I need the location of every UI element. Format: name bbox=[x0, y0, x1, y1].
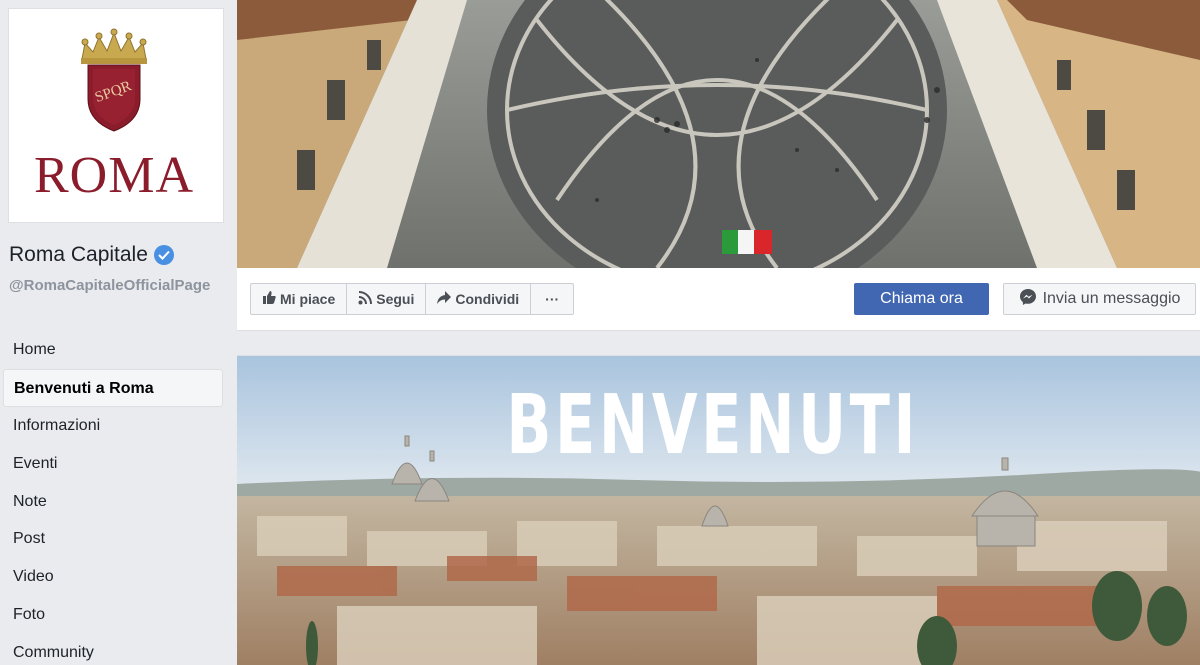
nav-item-note[interactable]: Note bbox=[3, 483, 223, 521]
nav-item-eventi[interactable]: Eventi bbox=[3, 445, 223, 483]
nav-item-informazioni[interactable]: Informazioni bbox=[3, 407, 223, 445]
logo-wordmark: ROMA bbox=[34, 147, 194, 204]
share-arrow-icon bbox=[437, 291, 452, 307]
verified-badge-icon bbox=[153, 245, 174, 265]
nav-item-video[interactable]: Video bbox=[3, 558, 223, 596]
cover-image-campidoglio bbox=[237, 0, 1200, 268]
action-button-group: Mi piace Segui Condividi ··· bbox=[250, 283, 575, 315]
call-now-button[interactable]: Chiama ora bbox=[854, 283, 989, 315]
send-message-button[interactable]: Invia un messaggio bbox=[1003, 283, 1196, 315]
welcome-title: BENVENUTI bbox=[506, 378, 920, 473]
more-options-button[interactable]: ··· bbox=[531, 284, 573, 314]
welcome-banner[interactable]: BENVENUTI bbox=[237, 355, 1200, 665]
follow-button[interactable]: Segui bbox=[347, 284, 427, 314]
like-button[interactable]: Mi piace bbox=[251, 284, 348, 314]
page-nav: Home Benvenuti a Roma Informazioni Event… bbox=[3, 331, 223, 665]
nav-item-home[interactable]: Home bbox=[3, 331, 223, 369]
rss-icon bbox=[358, 290, 373, 308]
page-name-row: Roma Capitale bbox=[9, 243, 174, 267]
page-name[interactable]: Roma Capitale bbox=[9, 243, 148, 267]
page-handle[interactable]: @RomaCapitaleOfficialPage bbox=[9, 276, 224, 295]
left-column: SPQR ROMA Roma Capitale @RomaCapitaleOff… bbox=[0, 0, 236, 665]
thumbs-up-icon bbox=[262, 291, 276, 307]
share-button[interactable]: Condividi bbox=[426, 284, 532, 314]
nav-item-post[interactable]: Post bbox=[3, 520, 223, 558]
nav-item-community[interactable]: Community bbox=[3, 634, 223, 665]
page-action-bar: Mi piace Segui Condividi ··· Chiama ora … bbox=[237, 268, 1200, 331]
cover-photo[interactable] bbox=[237, 0, 1200, 268]
nav-item-benvenuti[interactable]: Benvenuti a Roma bbox=[3, 368, 223, 407]
roma-logo: SPQR ROMA bbox=[34, 28, 194, 204]
nav-item-foto[interactable]: Foto bbox=[3, 596, 223, 634]
profile-picture[interactable]: SPQR ROMA bbox=[8, 8, 224, 223]
messenger-icon bbox=[1019, 288, 1037, 311]
